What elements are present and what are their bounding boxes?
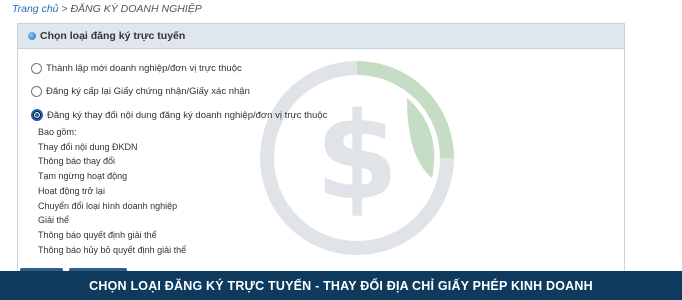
option-reissue-certificate[interactable]: Đăng ký cấp lại Giấy chứng nhận/Giấy xác… [31, 86, 250, 97]
caption-banner: CHỌN LOẠI ĐĂNG KÝ TRỰC TUYẾN - THAY ĐỔI … [0, 271, 682, 300]
list-item: Hoạt động trở lại [38, 185, 105, 196]
list-item: Chuyển đổi loại hình doanh nghiệp [38, 200, 178, 211]
list-item: Thông báo hủy bỏ quyết định giải thể [38, 244, 187, 255]
radio-reissue-certificate[interactable] [31, 86, 42, 97]
included-items-list: Bao gồm: Thay đổi nội dung ĐKDN Thông bá… [38, 125, 186, 257]
registration-type-panel: Chọn loại đăng ký trực tuyến $ Thành lập… [17, 23, 625, 275]
radio-new-establishment[interactable] [31, 63, 42, 74]
bullet-icon [28, 32, 36, 40]
option-label: Đăng ký thay đổi nội dung đăng ký doanh … [47, 109, 328, 121]
list-item: Thông báo quyết định giải thể [38, 229, 157, 240]
list-item: Thông báo thay đổi [38, 156, 116, 167]
svg-text:$: $ [315, 88, 399, 227]
radio-change-registration[interactable] [31, 109, 43, 121]
list-item: Tạm ngừng hoạt động [38, 171, 128, 182]
list-item: Thay đổi nội dung ĐKDN [38, 141, 138, 152]
dollar-watermark-icon: $ [260, 61, 454, 255]
option-new-establishment[interactable]: Thành lập mới doanh nghiệp/đơn vị trực t… [31, 63, 242, 74]
option-label: Thành lập mới doanh nghiệp/đơn vị trực t… [46, 63, 242, 74]
list-item: Bao gồm: [38, 127, 77, 137]
banner-text: CHỌN LOẠI ĐĂNG KÝ TRỰC TUYẾN - THAY ĐỔI … [89, 278, 593, 293]
breadcrumb-home-link[interactable]: Trang chủ [12, 3, 59, 15]
option-change-registration[interactable]: Đăng ký thay đổi nội dung đăng ký doanh … [31, 109, 327, 121]
panel-header: Chọn loại đăng ký trực tuyến [18, 24, 624, 49]
breadcrumb-current: ĐĂNG KÝ DOANH NGHIỆP [70, 3, 202, 15]
list-item: Giải thể [38, 215, 70, 226]
panel-title: Chọn loại đăng ký trực tuyến [40, 30, 186, 42]
breadcrumb-separator: > [58, 3, 71, 15]
option-label: Đăng ký cấp lại Giấy chứng nhận/Giấy xác… [46, 86, 250, 97]
breadcrumb: Trang chủ > ĐĂNG KÝ DOANH NGHIỆP [12, 3, 202, 15]
